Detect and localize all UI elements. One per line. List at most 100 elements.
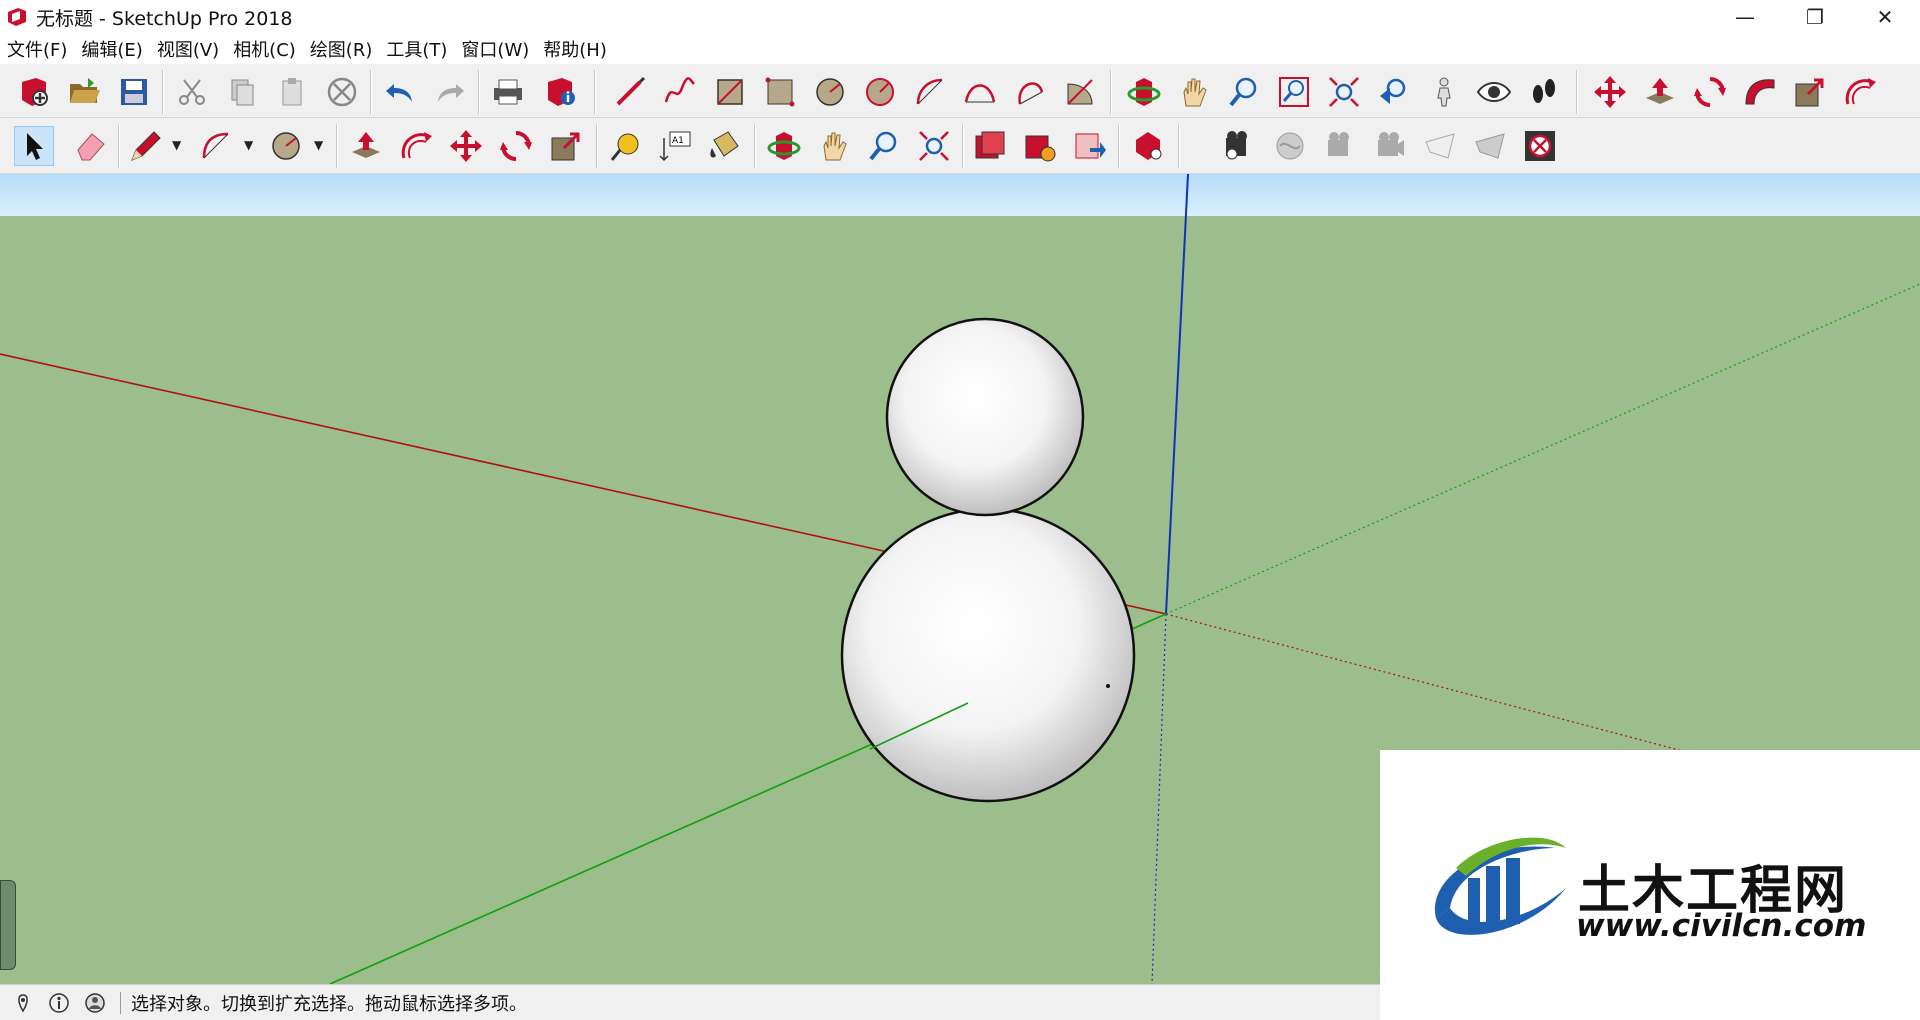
status-separator — [120, 991, 121, 1014]
rotated-rectangle-icon[interactable] — [760, 72, 800, 112]
walk-icon[interactable] — [1524, 72, 1564, 112]
watermark: 土木工程网 www.civilcn.com — [1380, 750, 1920, 1020]
look-around-icon[interactable] — [1474, 72, 1514, 112]
circle-dropdown-arrow-icon[interactable]: ▼ — [314, 138, 323, 152]
push-pull-icon[interactable] — [1640, 72, 1680, 112]
pencil-dropdown-icon[interactable]: ▼ — [172, 138, 181, 152]
two-point-arc-icon[interactable] — [960, 72, 1000, 112]
rectangle-icon[interactable] — [710, 72, 750, 112]
copy-icon[interactable] — [222, 72, 262, 112]
arc-icon[interactable] — [910, 72, 950, 112]
extension-warehouse-icon[interactable] — [1128, 126, 1168, 166]
share-model-icon[interactable] — [1020, 126, 1060, 166]
orbit-icon[interactable] — [764, 126, 804, 166]
three-point-arc-icon[interactable] — [1010, 72, 1050, 112]
zoom-icon[interactable] — [1224, 72, 1264, 112]
svg-text:A1: A1 — [672, 136, 684, 146]
menu-window[interactable]: 窗口(W) — [454, 36, 536, 62]
menu-edit[interactable]: 编辑(E) — [74, 36, 149, 62]
scale-icon[interactable] — [1790, 72, 1830, 112]
top-sphere — [885, 317, 1085, 517]
main-toolbar — [0, 64, 1920, 118]
user-account-icon[interactable] — [82, 990, 108, 1016]
menu-draw[interactable]: 绘图(R) — [303, 36, 380, 62]
sketchup-app-icon — [8, 8, 26, 26]
arc-dropdown-icon[interactable] — [196, 126, 236, 166]
zoom-window-icon[interactable] — [1274, 72, 1314, 112]
pencil-icon[interactable] — [126, 126, 166, 166]
scale-icon[interactable] — [546, 126, 586, 166]
credits-icon[interactable] — [46, 990, 72, 1016]
print-icon[interactable] — [488, 72, 528, 112]
pan-icon[interactable] — [814, 126, 854, 166]
blue-axis — [1165, 174, 1189, 615]
cut-icon[interactable] — [172, 72, 212, 112]
freehand-icon[interactable] — [660, 72, 700, 112]
blue-axis-dotted — [1151, 613, 1167, 984]
redo-icon[interactable] — [430, 72, 470, 112]
new-model-icon[interactable] — [14, 72, 54, 112]
offset-icon[interactable] — [1840, 72, 1880, 112]
paste-icon[interactable] — [272, 72, 312, 112]
sphere-dot — [1106, 684, 1110, 688]
tape-measure-icon[interactable] — [606, 126, 646, 166]
menu-view[interactable]: 视图(V) — [150, 36, 226, 62]
position-camera-icon[interactable] — [1424, 72, 1464, 112]
pie-icon[interactable] — [1060, 72, 1100, 112]
maximize-button[interactable]: ❐ — [1780, 0, 1850, 34]
zoom-icon[interactable] — [864, 126, 904, 166]
erase-icon[interactable] — [322, 72, 362, 112]
window-title: 无标题 - SketchUp Pro 2018 — [36, 7, 293, 30]
watermark-logo-icon — [1434, 837, 1566, 935]
text-icon[interactable]: A1 — [656, 126, 696, 166]
eraser-icon[interactable] — [70, 126, 110, 166]
status-bar: 选择对象。切换到扩充选择。拖动鼠标选择多项。 — [0, 984, 1380, 1020]
pan-icon[interactable] — [1174, 72, 1214, 112]
circle-dropdown-icon[interactable] — [266, 126, 306, 166]
camera-icon[interactable] — [1320, 126, 1360, 166]
status-message: 选择对象。切换到扩充选择。拖动鼠标选择多项。 — [131, 993, 527, 1015]
clear-icon[interactable] — [1520, 126, 1560, 166]
rotate-icon[interactable] — [496, 126, 536, 166]
push-pull-icon[interactable] — [346, 126, 386, 166]
circle-icon[interactable] — [810, 72, 850, 112]
line-icon[interactable] — [610, 72, 650, 112]
open-icon[interactable] — [64, 72, 104, 112]
paint-bucket-icon[interactable] — [704, 126, 744, 166]
title-bar: 无标题 - SketchUp Pro 2018 — ❐ ✕ — [0, 0, 1920, 34]
zoom-extents-icon[interactable] — [1324, 72, 1364, 112]
watermark-url-text: www.civilcn.com — [1576, 908, 1867, 944]
menu-camera[interactable]: 相机(C) — [226, 36, 303, 62]
plane-icon[interactable] — [1420, 126, 1460, 166]
rotate-icon[interactable] — [1690, 72, 1730, 112]
close-button[interactable]: ✕ — [1850, 0, 1920, 34]
move-icon[interactable] — [1590, 72, 1630, 112]
camera-2-icon[interactable] — [1370, 126, 1410, 166]
menu-bar: 文件(F) 编辑(E) 视图(V) 相机(C) 绘图(R) 工具(T) 窗口(W… — [0, 34, 1920, 64]
bottom-sphere — [840, 507, 1136, 803]
plane-2-icon[interactable] — [1470, 126, 1510, 166]
menu-help[interactable]: 帮助(H) — [536, 36, 614, 62]
menu-tools[interactable]: 工具(T) — [379, 36, 454, 62]
green-axis-dotted — [1165, 283, 1920, 615]
offset-icon[interactable] — [396, 126, 436, 166]
menu-file[interactable]: 文件(F) — [0, 36, 74, 62]
upload-icon[interactable] — [1070, 126, 1110, 166]
edit-photo-icon[interactable] — [1270, 126, 1310, 166]
orbit-icon[interactable] — [1124, 72, 1164, 112]
minimize-button[interactable]: — — [1710, 0, 1780, 34]
follow-me-icon[interactable] — [1740, 72, 1780, 112]
arc-dropdown-arrow-icon[interactable]: ▼ — [244, 138, 253, 152]
model-info-icon[interactable] — [542, 72, 582, 112]
side-panel-grip[interactable] — [0, 880, 16, 970]
geo-location-icon[interactable] — [10, 990, 36, 1016]
move-icon[interactable] — [446, 126, 486, 166]
zoom-extents-icon[interactable] — [914, 126, 954, 166]
warehouse-icon[interactable] — [970, 126, 1010, 166]
undo-icon[interactable] — [380, 72, 420, 112]
previous-view-icon[interactable] — [1374, 72, 1414, 112]
save-icon[interactable] — [114, 72, 154, 112]
polygon-icon[interactable] — [860, 72, 900, 112]
match-photo-icon[interactable] — [1220, 126, 1260, 166]
select-icon[interactable] — [14, 126, 54, 166]
